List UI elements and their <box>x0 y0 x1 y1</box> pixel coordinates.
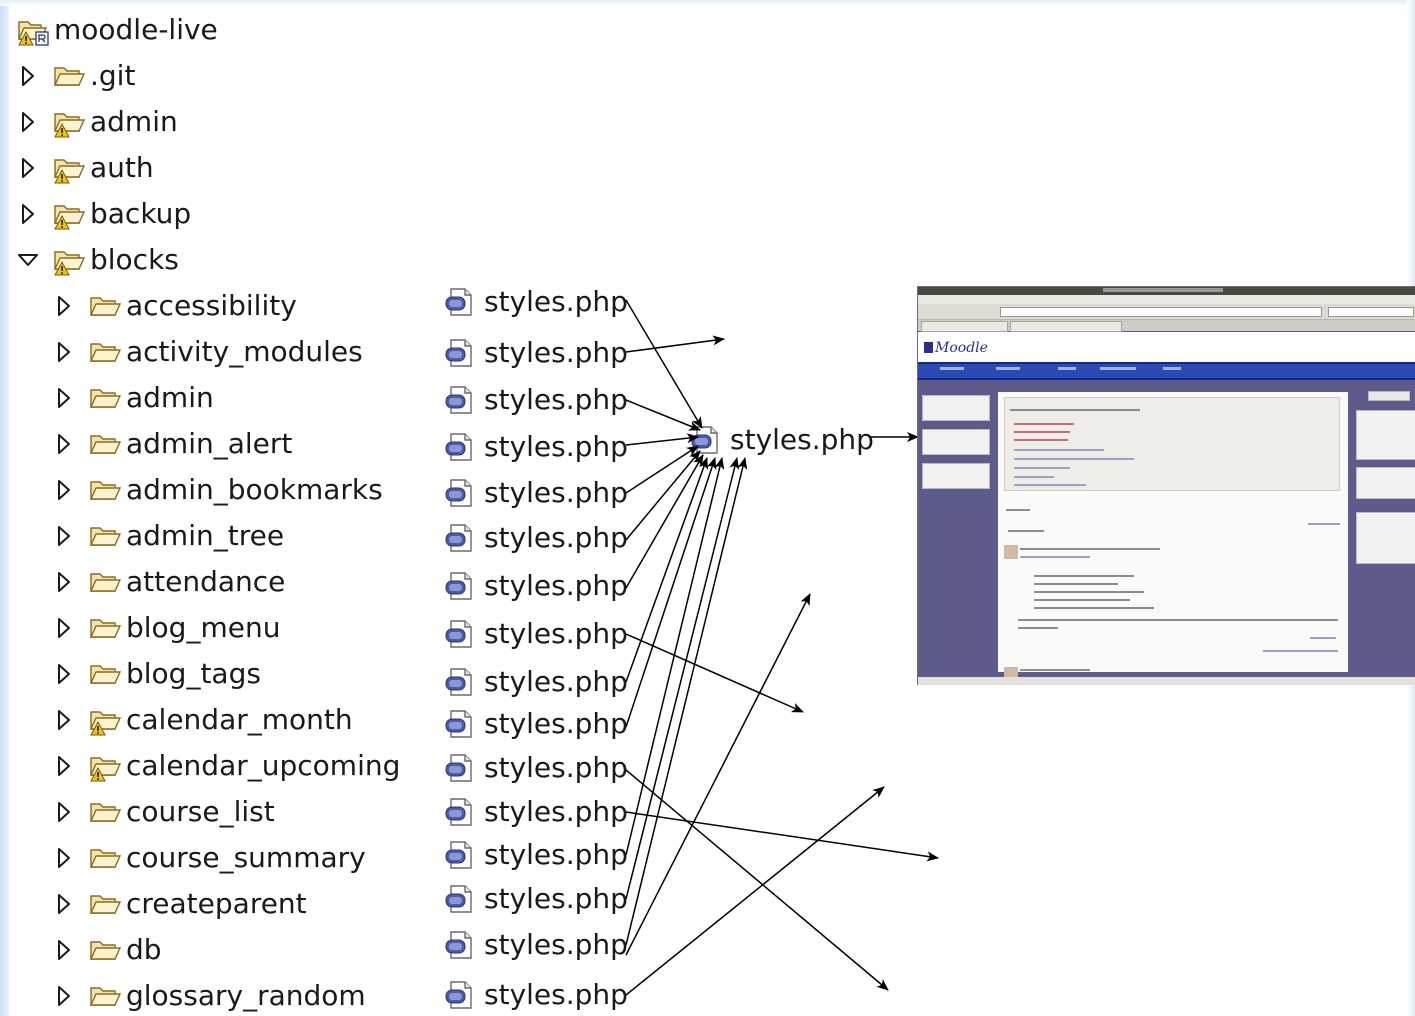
arrow-9 <box>625 457 717 728</box>
arrow-3 <box>625 433 699 446</box>
arrow-0 <box>625 299 703 429</box>
arrow-4 <box>625 445 699 494</box>
moodle-screenshot-thumbnail: Moodle <box>917 286 1415 685</box>
arrow-11 <box>625 811 939 862</box>
arrow-10 <box>625 769 889 991</box>
arrow-14 <box>625 457 748 946</box>
arrow-1 <box>625 335 725 353</box>
moodle-logo: Moodle <box>924 340 988 356</box>
arrow-5 <box>625 450 701 541</box>
arrow-6 <box>625 454 704 589</box>
